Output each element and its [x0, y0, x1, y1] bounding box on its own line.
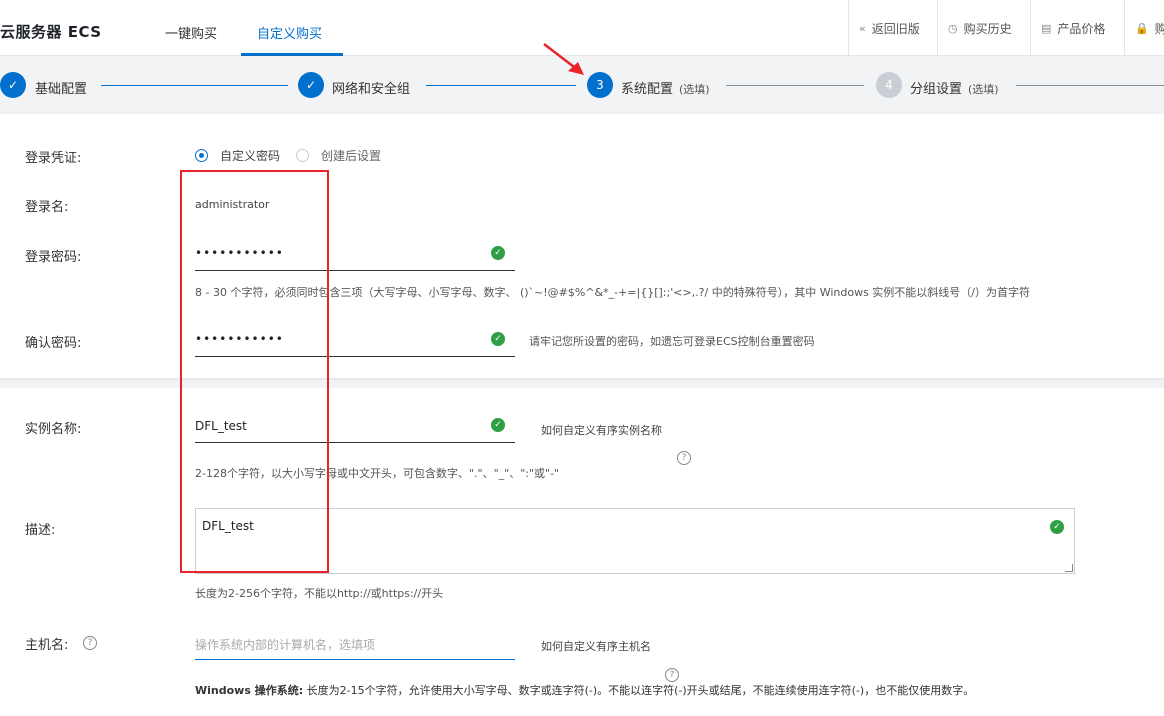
- step-4-text: 分组设置: [910, 82, 963, 97]
- step-connector-2: [426, 85, 576, 86]
- step-3-optional: (选填): [679, 83, 710, 96]
- question-mark-icon[interactable]: ?: [83, 636, 97, 650]
- double-chevron-left-icon: «: [859, 21, 866, 35]
- active-tab-indicator: [241, 53, 343, 56]
- product-pricing-link[interactable]: ▤ 产品价格: [1030, 0, 1124, 56]
- step-3-number[interactable]: 3: [587, 72, 613, 98]
- step-3-label[interactable]: 系统配置 (选填): [621, 78, 710, 97]
- step-connector-3: [726, 85, 864, 86]
- step-1-text: 基础配置: [35, 82, 88, 97]
- hostname-label: 主机名:: [25, 638, 69, 653]
- step-3-text: 系统配置: [621, 82, 674, 97]
- instance-name-value: DFL_test: [195, 419, 247, 433]
- purchase-history-label: 购买历史: [963, 21, 1012, 36]
- instance-panel: 实例名称: DFL_test ✓ 如何自定义有序实例名称 ? 2-128个字符，…: [0, 388, 1164, 716]
- step-4-label[interactable]: 分组设置 (选填): [910, 78, 999, 97]
- question-mark-icon[interactable]: ?: [677, 451, 691, 465]
- radio-custom-password[interactable]: 自定义密码: [195, 147, 280, 164]
- product-pricing-label: 产品价格: [1057, 21, 1106, 36]
- instance-name-hint: 2-128个字符，以大小写字母或中文开头，可包含数字、"."、"_"、":"或"…: [195, 467, 560, 480]
- truncated-header-label: 购: [1154, 21, 1164, 36]
- radio-set-after-create-label: 创建后设置: [321, 149, 382, 163]
- list-icon: ▤: [1041, 21, 1052, 35]
- instance-name-label: 实例名称:: [25, 422, 82, 437]
- password-field[interactable]: ••••••••••• ✓: [195, 239, 515, 271]
- question-mark-icon[interactable]: ?: [665, 668, 679, 682]
- step-2-text: 网络和安全组: [332, 82, 411, 97]
- radio-set-after-create[interactable]: 创建后设置: [296, 147, 381, 164]
- confirm-password-label: 确认密码:: [25, 336, 82, 351]
- windows-note-title: Windows 操作系统:: [195, 684, 304, 697]
- back-to-old-version-label: 返回旧版: [871, 21, 920, 36]
- step-1-check-icon[interactable]: ✓: [0, 72, 26, 98]
- clock-icon: ◷: [948, 21, 958, 35]
- hostname-field[interactable]: 操作系统内部的计算机名，选填项: [195, 628, 515, 660]
- instance-name-help-link[interactable]: 如何自定义有序实例名称: [541, 422, 662, 438]
- password-label: 登录密码:: [25, 250, 82, 265]
- product-title: 云服务器 ECS: [0, 23, 102, 41]
- resize-grip-icon[interactable]: [1065, 564, 1073, 572]
- back-to-old-version-link[interactable]: « 返回旧版: [848, 0, 937, 56]
- check-circle-icon: ✓: [491, 418, 505, 432]
- confirm-password-field[interactable]: ••••••••••• ✓: [195, 325, 515, 357]
- confirm-password-hint: 请牢记您所设置的密码，如遗忘可登录ECS控制台重置密码: [529, 335, 815, 348]
- step-connector-4: [1016, 85, 1164, 86]
- annotation-arrow-icon: [543, 43, 584, 75]
- description-hint: 长度为2-256个字符，不能以http://或https://开头: [195, 587, 444, 600]
- check-circle-icon: ✓: [1050, 520, 1064, 534]
- step-2-label[interactable]: 网络和安全组: [332, 78, 410, 97]
- radio-unchecked-icon: [296, 149, 309, 162]
- check-circle-icon: ✓: [491, 246, 505, 260]
- step-2-check-icon[interactable]: ✓: [298, 72, 324, 98]
- truncated-header-link[interactable]: 🔒 购: [1124, 0, 1164, 56]
- login-name-label: 登录名:: [25, 200, 69, 215]
- password-value: •••••••••••: [195, 246, 284, 260]
- step-connector-1: [101, 85, 288, 86]
- instance-name-field[interactable]: DFL_test ✓: [195, 411, 515, 443]
- description-label: 描述:: [25, 523, 56, 538]
- step-4-number[interactable]: 4: [876, 72, 902, 98]
- windows-hostname-note: Windows 操作系统: 长度为2-15个字符，允许使用大小写字母、数字或连字…: [195, 682, 974, 698]
- hostname-placeholder: 操作系统内部的计算机名，选填项: [195, 638, 376, 652]
- description-value: DFL_test: [202, 519, 254, 533]
- login-panel: 登录凭证: 自定义密码 创建后设置 登录名: administrator 登录密…: [0, 114, 1164, 378]
- purchase-history-link[interactable]: ◷ 购买历史: [937, 0, 1030, 56]
- step-4-optional: (选填): [968, 83, 999, 96]
- radio-custom-password-label: 自定义密码: [220, 149, 281, 163]
- credentials-label: 登录凭证:: [25, 151, 82, 166]
- tab-custom-buy[interactable]: 自定义购买: [257, 23, 322, 42]
- check-circle-icon: ✓: [491, 332, 505, 346]
- tab-quick-buy[interactable]: 一键购买: [165, 23, 217, 42]
- description-textarea[interactable]: DFL_test ✓: [195, 508, 1075, 574]
- confirm-password-value: •••••••••••: [195, 332, 284, 346]
- radio-checked-icon: [195, 149, 208, 162]
- hostname-help-link[interactable]: 如何自定义有序主机名: [541, 638, 651, 654]
- password-hint: 8 - 30 个字符，必须同时包含三项（大写字母、小写字母、数字、 ()`~!@…: [195, 286, 1031, 299]
- windows-note-text: 长度为2-15个字符，允许使用大小写字母、数字或连字符(-)。不能以连字符(-)…: [303, 684, 975, 697]
- login-name-value: administrator: [195, 198, 270, 211]
- lock-icon: 🔒: [1135, 21, 1149, 35]
- step-1-label[interactable]: 基础配置: [35, 78, 87, 97]
